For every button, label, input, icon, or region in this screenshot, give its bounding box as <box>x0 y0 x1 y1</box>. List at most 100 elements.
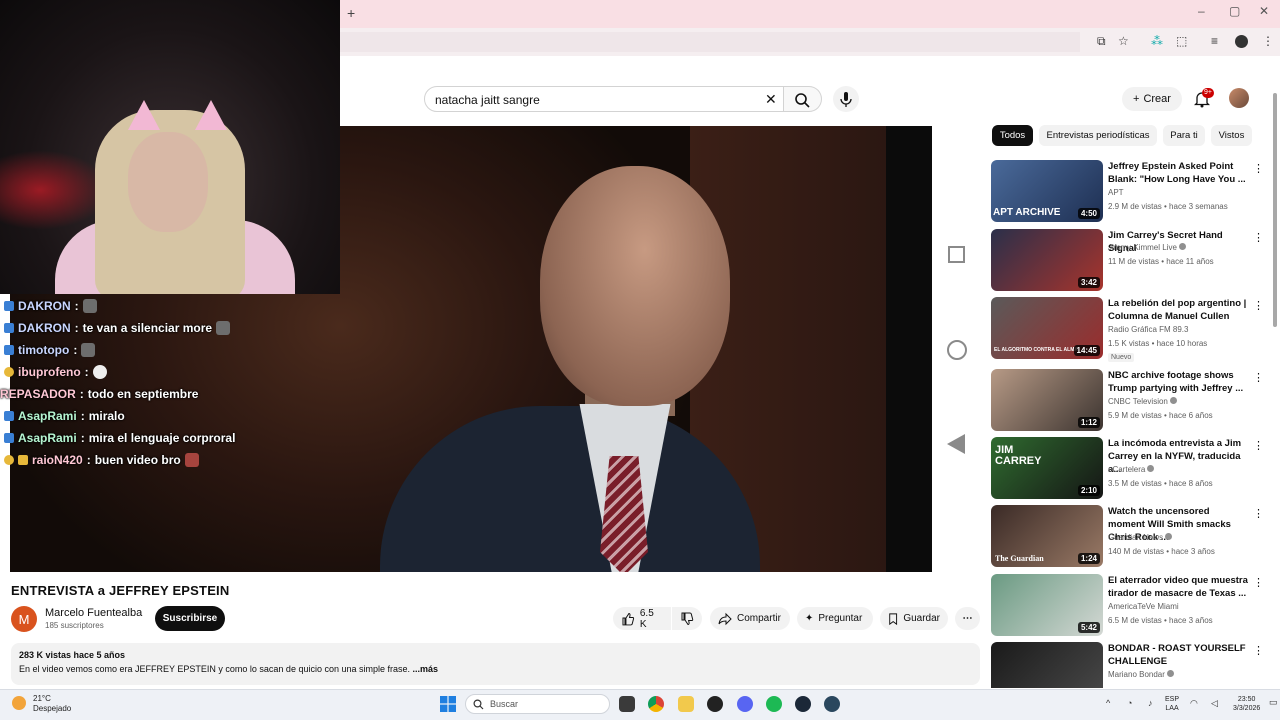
chip-entrevistas[interactable]: Entrevistas periodísticas <box>1039 125 1157 146</box>
show-more-link[interactable]: ...más <box>413 664 439 674</box>
video-thumbnail[interactable]: 5:42 <box>991 574 1103 636</box>
mic-tray-icon[interactable]: ♪ <box>1148 698 1153 708</box>
video-thumbnail[interactable]: JIM CARREY 2:10 <box>991 437 1103 499</box>
like-button[interactable]: 6.5 K <box>613 607 671 630</box>
dislike-button[interactable] <box>672 607 702 630</box>
notification-center-icon[interactable]: ▭ <box>1269 697 1278 708</box>
more-actions-button[interactable]: ⋯ <box>955 607 980 630</box>
recommended-title: BONDAR - ROAST YOURSELF CHALLENGE <box>1108 643 1246 667</box>
duration-badge: 5:42 <box>1077 622 1100 633</box>
recommended-video[interactable]: 1:12 NBC archive footage shows Trump par… <box>991 369 1269 433</box>
channel-label: eCartelera <box>1108 465 1146 474</box>
kebab-menu-icon[interactable]: ⋮ <box>1253 231 1264 244</box>
video-thumbnail[interactable] <box>991 642 1103 688</box>
taskbar-search[interactable]: Buscar <box>465 694 610 714</box>
crown-badge-icon <box>4 367 14 377</box>
wifi-icon[interactable]: ◠ <box>1190 698 1198 709</box>
voice-search-button[interactable] <box>833 86 859 112</box>
share-button[interactable]: Compartir <box>710 607 790 630</box>
network-icon[interactable]: ◔ <box>1127 698 1132 708</box>
steam-icon-2[interactable] <box>824 696 840 712</box>
kebab-menu-icon[interactable]: ⋮ <box>1253 439 1264 452</box>
kebab-menu-icon[interactable]: ⋮ <box>1253 576 1264 589</box>
address-bar[interactable] <box>340 32 1080 52</box>
video-thumbnail[interactable]: The Guardian 1:24 <box>991 505 1103 567</box>
recommended-video[interactable]: JIM CARREY 2:10 La incómoda entrevista a… <box>991 437 1269 501</box>
obs-icon[interactable] <box>707 696 723 712</box>
new-tab-button[interactable]: + <box>347 5 355 21</box>
kebab-menu-icon[interactable]: ⋮ <box>1253 299 1264 312</box>
browser-menu-icon[interactable]: ⋮ <box>1262 34 1274 48</box>
channel-name[interactable]: Marcelo Fuentealba <box>45 607 142 619</box>
recommended-video[interactable]: BONDAR - ROAST YOURSELF CHALLENGE Marian… <box>991 642 1269 688</box>
recommended-video[interactable]: APT ARCHIVE 4:50 Jeffrey Epstein Asked P… <box>991 160 1269 224</box>
kebab-menu-icon[interactable]: ⋮ <box>1253 644 1264 657</box>
chat-colon: : <box>79 387 84 401</box>
media-control-icon[interactable]: ≡ <box>1211 34 1218 48</box>
search-input[interactable]: natacha jaitt sangre ✕ <box>424 86 784 112</box>
clear-search-icon[interactable]: ✕ <box>765 91 777 108</box>
back-button[interactable] <box>947 434 965 454</box>
recommended-video[interactable]: The Guardian 1:24 Watch the uncensored m… <box>991 505 1269 569</box>
bookmark-star-icon[interactable]: ☆ <box>1118 34 1129 48</box>
minimize-button[interactable]: – <box>1198 4 1205 18</box>
crown-badge-icon <box>4 455 14 465</box>
scrollbar-thumb[interactable] <box>1273 93 1277 327</box>
screen: + – ▢ ✕ ⧉ ☆ ⁂ ⬚ ≡ ⋮ natacha jaitt sangre… <box>0 0 1280 720</box>
maximize-button[interactable]: ▢ <box>1229 4 1240 18</box>
chat-username: raioN420 <box>32 453 83 467</box>
search-button[interactable] <box>784 86 822 112</box>
chrome-icon[interactable] <box>648 696 664 712</box>
subscribe-button[interactable]: Suscribirse <box>155 606 225 631</box>
recommended-video[interactable]: 5:42 El aterrador video que muestra tira… <box>991 574 1269 638</box>
recent-apps-button[interactable] <box>948 246 965 263</box>
spotify-icon[interactable] <box>766 696 782 712</box>
video-thumbnail[interactable]: EL ALGORITMO CONTRA EL ALMA 14:45 <box>991 297 1103 359</box>
chat-username: timotopo <box>18 343 70 357</box>
close-window-button[interactable]: ✕ <box>1259 4 1269 18</box>
save-button[interactable]: Guardar <box>880 607 948 630</box>
kebab-menu-icon[interactable]: ⋮ <box>1253 507 1264 520</box>
like-count: 6.5 K <box>639 607 654 630</box>
steam-icon[interactable] <box>795 696 811 712</box>
install-app-icon[interactable]: ⧉ <box>1097 34 1106 49</box>
video-thumbnail[interactable]: APT ARCHIVE 4:50 <box>991 160 1103 222</box>
task-view-icon[interactable] <box>619 696 635 712</box>
extensions-icon[interactable]: ⬚ <box>1176 34 1187 48</box>
volume-icon[interactable]: ◁ <box>1211 698 1218 709</box>
share-icon <box>718 612 732 625</box>
ask-button[interactable]: ✦ Preguntar <box>797 607 873 630</box>
recommended-video[interactable]: EL ALGORITMO CONTRA EL ALMA 14:45 La reb… <box>991 297 1269 362</box>
recommended-meta: 11 M de vistas • hace 11 años <box>1108 257 1214 266</box>
clock[interactable]: 23:50 3/3/2026 <box>1233 695 1260 713</box>
weather-moon-icon[interactable] <box>12 696 26 710</box>
video-thumbnail[interactable]: 1:12 <box>991 369 1103 431</box>
kebab-menu-icon[interactable]: ⋮ <box>1253 162 1264 175</box>
weather-widget[interactable]: 21°C Despejado <box>33 694 71 714</box>
discord-icon[interactable] <box>737 696 753 712</box>
tray-chevron-icon[interactable]: ^ <box>1106 698 1110 708</box>
chip-vistos[interactable]: Vistos <box>1211 125 1252 146</box>
kebab-menu-icon[interactable]: ⋮ <box>1253 371 1264 384</box>
recommended-meta: 2.9 M de vistas • hace 3 semanas <box>1108 202 1228 211</box>
file-explorer-icon[interactable] <box>678 696 694 712</box>
recommended-video[interactable]: 3:42 Jim Carrey's Secret Hand Signal Jim… <box>991 229 1269 293</box>
chat-colon: : <box>84 365 89 379</box>
sub-badge-icon <box>4 301 14 311</box>
chip-todos[interactable]: Todos <box>992 125 1033 146</box>
channel-avatar[interactable]: M <box>11 606 37 632</box>
new-badge: Nuevo <box>1108 353 1135 362</box>
channel-label: Jimmy Kimmel Live <box>1108 243 1177 252</box>
video-thumbnail[interactable]: 3:42 <box>991 229 1103 291</box>
account-avatar[interactable] <box>1229 88 1249 108</box>
create-button[interactable]: + Crear <box>1122 87 1182 111</box>
browser-profile-icon[interactable] <box>1235 35 1248 48</box>
weather-condition: Despejado <box>33 704 72 713</box>
chip-para-ti[interactable]: Para ti <box>1163 125 1205 146</box>
recommended-title: NBC archive footage shows Trump partying… <box>1108 370 1244 394</box>
windows-start-icon[interactable] <box>440 696 456 712</box>
translate-icon[interactable]: ⁂ <box>1151 34 1163 48</box>
language-indicator[interactable]: ESP LAA <box>1165 695 1179 713</box>
create-label: Crear <box>1143 93 1171 105</box>
home-button[interactable] <box>947 340 967 360</box>
